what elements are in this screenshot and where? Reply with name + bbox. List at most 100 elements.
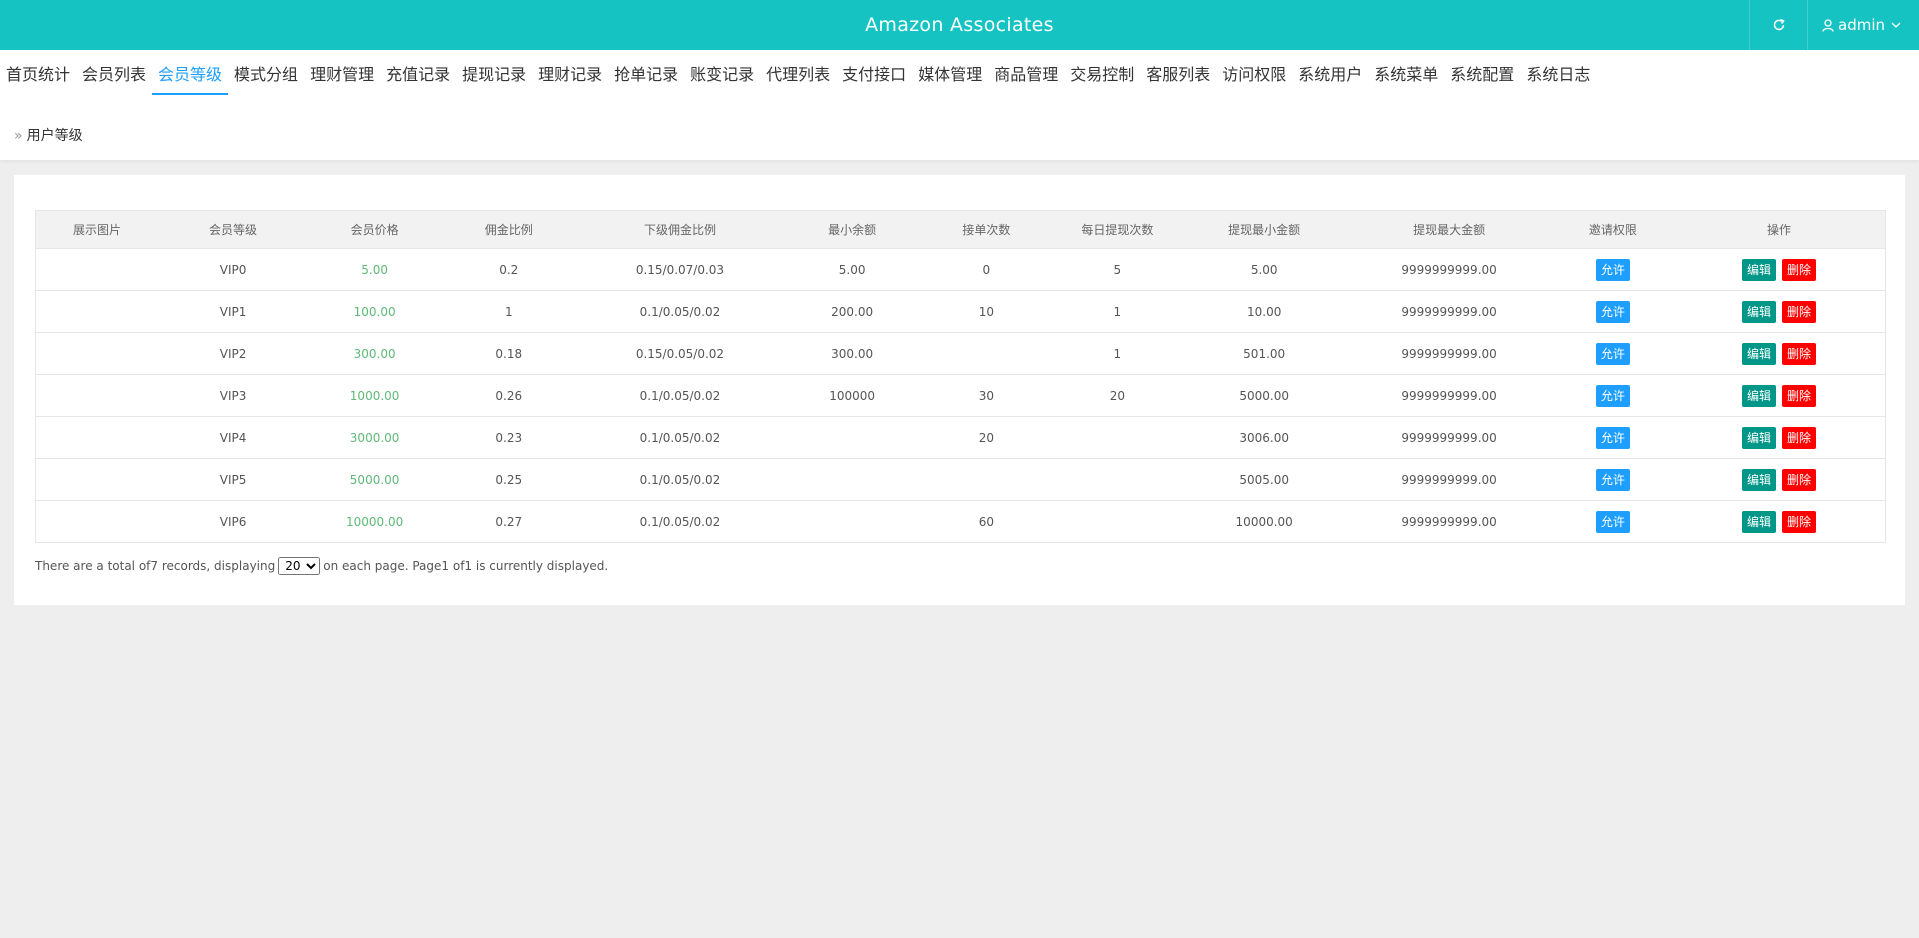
edit-button[interactable]: 编辑 [1742,426,1777,449]
table-cell [35,332,159,375]
edit-button[interactable]: 编辑 [1742,342,1777,365]
user-menu-button[interactable]: admin [1807,0,1919,50]
table-cell: 0.1/0.05/0.02 [576,416,784,459]
nav-tab[interactable]: 会员列表 [76,63,152,95]
allow-button[interactable]: 允许 [1595,468,1630,491]
delete-button[interactable]: 删除 [1782,426,1817,449]
table-cell: 5005.00 [1182,458,1346,501]
actions-cell: 编辑 删除 [1673,416,1887,459]
table-cell [920,332,1052,375]
nav-tab[interactable]: 交易控制 [1064,63,1140,95]
nav-tab[interactable]: 充值记录 [380,63,456,95]
delete-button[interactable]: 删除 [1782,510,1817,533]
breadcrumb-separator: » [14,128,23,144]
nav-tab[interactable]: 支付接口 [836,63,912,95]
table-cell [920,458,1052,501]
allow-button[interactable]: 允许 [1595,384,1630,407]
table-cell: 5 [1051,248,1183,291]
table-cell: 0.15/0.05/0.02 [576,332,784,375]
table-cell [35,416,159,459]
table-cell: 501.00 [1182,332,1346,375]
column-header: 邀请权限 [1552,210,1674,249]
nav-tab[interactable]: 媒体管理 [912,63,988,95]
table-cell: 30 [920,374,1052,417]
column-header: 操作 [1673,210,1887,249]
edit-button[interactable]: 编辑 [1742,510,1777,533]
table-cell: VIP3 [158,374,309,417]
table-cell: 20 [1051,374,1183,417]
nav-tab[interactable]: 系统菜单 [1368,63,1444,95]
table-cell [783,416,921,459]
table-cell [1051,500,1183,543]
table-cell: 9999999999.00 [1345,500,1553,543]
column-header: 佣金比例 [441,210,577,249]
table-cell: VIP6 [158,500,309,543]
allow-button[interactable]: 允许 [1595,342,1630,365]
table-cell: 0.1/0.05/0.02 [576,458,784,501]
nav-tab[interactable]: 访问权限 [1216,63,1292,95]
table-cell: 1 [1051,332,1183,375]
edit-button[interactable]: 编辑 [1742,384,1777,407]
edit-button[interactable]: 编辑 [1742,258,1777,281]
table-cell: 0 [920,248,1052,291]
allow-button[interactable]: 允许 [1595,510,1630,533]
table-cell: 9999999999.00 [1345,290,1553,333]
table-cell: 3006.00 [1182,416,1346,459]
table-cell [35,248,159,291]
actions-cell: 编辑 删除 [1673,332,1887,375]
table-cell: 0.1/0.05/0.02 [576,500,784,543]
table-cell: VIP0 [158,248,309,291]
table-cell: 0.27 [441,500,577,543]
breadcrumb-label: 用户等级 [26,128,83,144]
top-bar: Amazon Associates admin [0,0,1919,50]
nav-tabs: 首页统计 会员列表 会员等级 模式分组 理财管理 充值记录 提现记录 理财记录 抢单记录 账变记录… [0,63,1596,95]
app-title: Amazon Associates [865,14,1054,36]
nav-tab[interactable]: 会员等级 [152,63,229,95]
nav-tab[interactable]: 账变记录 [684,63,760,95]
content-card: 展示图片 会员等级 会员价格 佣金比例 下级佣金比例 最小余额 接单次数 每日提现次数 提现最小… [14,175,1905,605]
nav-tab[interactable]: 系统用户 [1292,63,1368,95]
edit-button[interactable]: 编辑 [1742,468,1777,491]
delete-button[interactable]: 删除 [1782,300,1817,323]
nav-tab[interactable]: 系统配置 [1444,63,1520,95]
table-cell: 0.1/0.05/0.02 [576,374,784,417]
table-cell: 9999999999.00 [1345,374,1553,417]
table-row: VIP1 100.00 1 0.1/0.05/0.02 200.00 10 1 10.00 99… [35,290,1887,333]
invite-permission-cell: 允许 [1552,500,1674,543]
nav-tab[interactable]: 代理列表 [760,63,836,95]
actions-cell: 编辑 删除 [1673,458,1887,501]
table-row: VIP4 3000.00 0.23 0.1/0.05/0.02 20 3006.00 999… [35,416,1887,459]
chevron-down-icon [1891,22,1901,28]
nav-tab[interactable]: 客服列表 [1140,63,1216,95]
nav-tab[interactable]: 首页统计 [0,63,76,95]
nav-tab[interactable]: 模式分组 [228,63,304,95]
table-cell: VIP2 [158,332,309,375]
allow-button[interactable]: 允许 [1595,258,1630,281]
delete-button[interactable]: 删除 [1782,384,1817,407]
table-cell: 5000.00 [308,458,442,501]
table-row: VIP3 1000.00 0.26 0.1/0.05/0.02 100000 30 20 50… [35,374,1887,417]
refresh-button[interactable] [1749,0,1807,50]
delete-button[interactable]: 删除 [1782,342,1817,365]
nav-tab[interactable]: 理财记录 [532,63,608,95]
nav-tab[interactable]: 商品管理 [988,63,1064,95]
column-header: 接单次数 [920,210,1052,249]
table-cell: 10.00 [1182,290,1346,333]
edit-button[interactable]: 编辑 [1742,300,1777,323]
table-cell: 0.26 [441,374,577,417]
delete-button[interactable]: 删除 [1782,468,1817,491]
column-header: 会员价格 [308,210,442,249]
table-cell: 0.18 [441,332,577,375]
nav-tab[interactable]: 理财管理 [304,63,380,95]
allow-button[interactable]: 允许 [1595,426,1630,449]
user-icon [1822,18,1834,32]
table-cell [35,500,159,543]
nav-tab[interactable]: 提现记录 [456,63,532,95]
nav-tab[interactable]: 抢单记录 [608,63,684,95]
allow-button[interactable]: 允许 [1595,300,1630,323]
delete-button[interactable]: 删除 [1782,258,1817,281]
table-cell: VIP4 [158,416,309,459]
page-size-select[interactable]: 20 [278,557,321,575]
nav-tab[interactable]: 系统日志 [1520,63,1596,95]
table-cell: 5.00 [783,248,921,291]
